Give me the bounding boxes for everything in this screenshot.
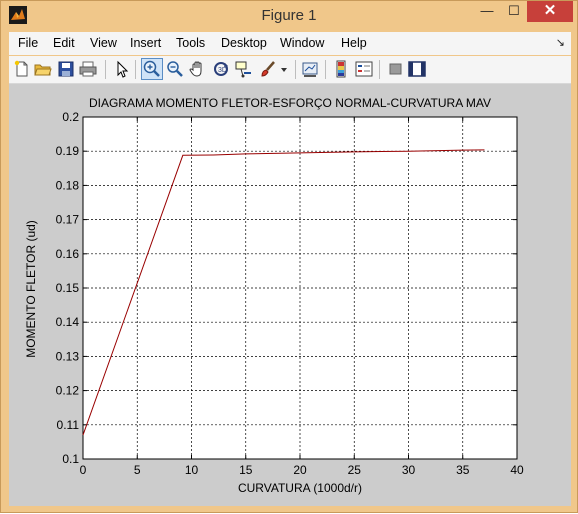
x-tick-label: 25 — [348, 463, 362, 477]
y-tick-label: 0.19 — [56, 144, 80, 158]
x-tick-label: 30 — [402, 463, 416, 477]
x-tick-label: 35 — [456, 463, 470, 477]
y-tick-label: 0.18 — [56, 178, 80, 192]
x-tick-label: 15 — [239, 463, 253, 477]
x-tick-label: 20 — [293, 463, 307, 477]
y-tick-label: 0.12 — [56, 384, 80, 398]
y-tick-label: 0.11 — [57, 418, 80, 432]
y-tick-label: 0.16 — [56, 247, 80, 261]
plot-axes[interactable]: 0 5 10 15 20 25 30 35 40 0.1 0.11 0.12 0.13 0.14 0.15 0… — [1, 1, 578, 514]
x-tick-label: 0 — [80, 463, 87, 477]
figure-window: Figure 1 — ☐ ✕ File Edit View Insert Too… — [0, 0, 578, 513]
y-tick-label: 0.1 — [62, 452, 79, 466]
y-tick-label: 0.13 — [56, 349, 80, 363]
x-tick-label: 10 — [185, 463, 199, 477]
y-tick-label: 0.17 — [56, 213, 80, 227]
y-tick-label: 0.15 — [56, 281, 80, 295]
x-tick-label: 5 — [134, 463, 141, 477]
y-tick-label: 0.2 — [62, 110, 79, 124]
x-tick-label: 40 — [510, 463, 524, 477]
y-tick-label: 0.14 — [56, 315, 80, 329]
